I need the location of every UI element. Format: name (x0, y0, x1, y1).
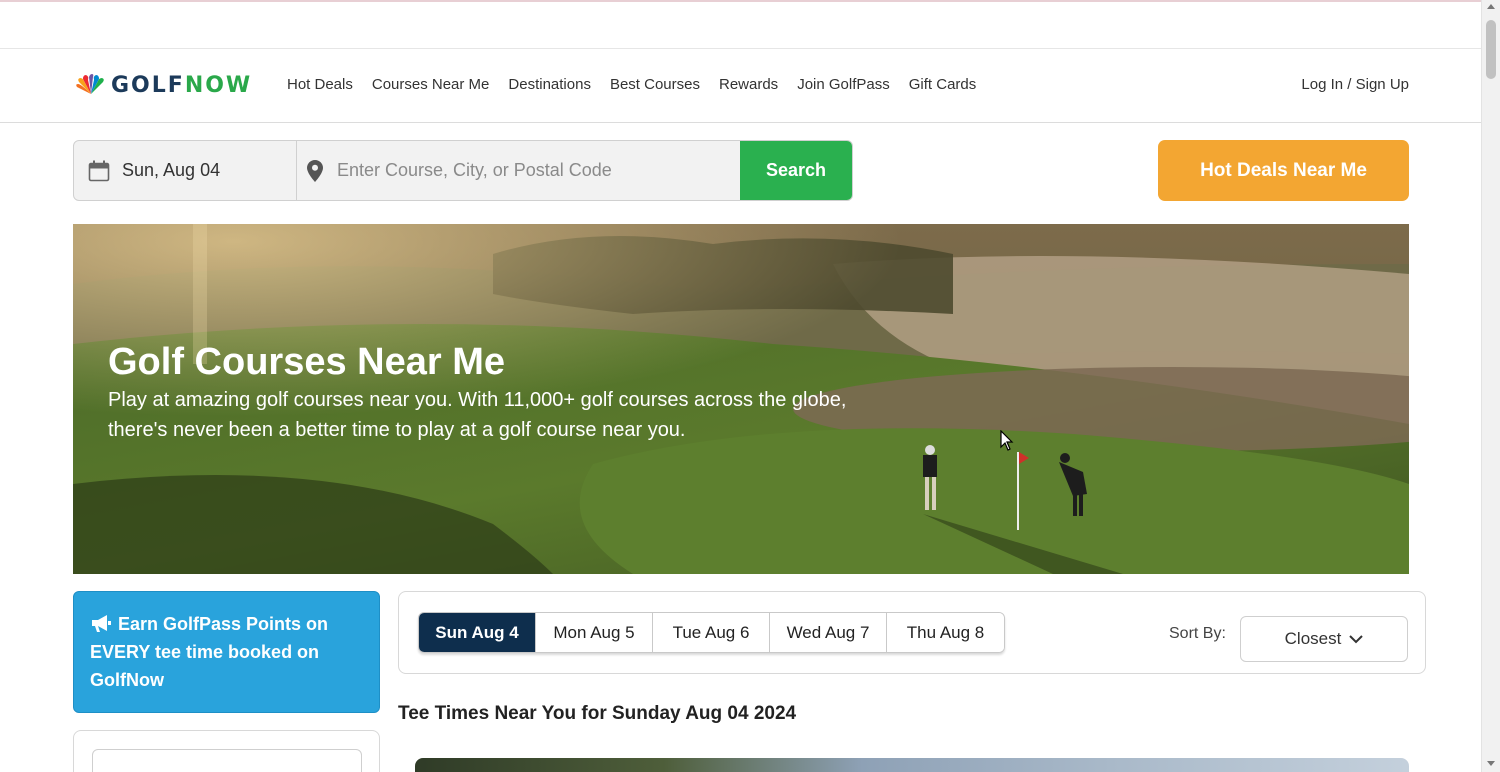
nav-rewards[interactable]: Rewards (719, 76, 778, 93)
location-field[interactable] (297, 141, 740, 200)
promo-text: Earn GolfPass Points on EVERY tee time b… (90, 614, 329, 690)
day-tab-mon-aug-5[interactable]: Mon Aug 5 (536, 613, 653, 652)
golfnow-logo[interactable]: GOLFNOW (75, 71, 252, 99)
nav-hot-deals[interactable]: Hot Deals (287, 76, 353, 93)
megaphone-icon (92, 615, 111, 632)
tee-times-heading: Tee Times Near You for Sunday Aug 04 202… (398, 703, 797, 724)
scroll-down-arrow-icon[interactable] (1487, 761, 1495, 766)
date-picker[interactable]: Sun, Aug 04 (74, 141, 297, 200)
day-tab-tue-aug-6[interactable]: Tue Aug 6 (653, 613, 770, 652)
nav-join-golfpass[interactable]: Join GolfPass (797, 76, 890, 93)
logo-text-now: NOW (184, 72, 253, 98)
nav-best-courses[interactable]: Best Courses (610, 76, 700, 93)
location-input[interactable] (337, 160, 717, 181)
browser-top-strip (0, 0, 1481, 49)
filter-input-box[interactable] (92, 749, 362, 772)
day-tab-sun-aug-4[interactable]: Sun Aug 4 (419, 613, 536, 652)
date-selector-bar: Sun Aug 4 Mon Aug 5 Tue Aug 6 Wed Aug 7 … (398, 591, 1426, 674)
login-signup-link[interactable]: Log In / Sign Up (1301, 76, 1409, 93)
chevron-down-icon (1349, 634, 1364, 643)
day-tab-thu-aug-8[interactable]: Thu Aug 8 (887, 613, 1004, 652)
hot-deals-near-me-button[interactable]: Hot Deals Near Me (1158, 140, 1409, 201)
hero-description: Play at amazing golf courses near you. W… (108, 389, 847, 441)
hero-banner: Golf Courses Near Me Play at amazing gol… (73, 224, 1409, 574)
peacock-logo-icon (76, 74, 104, 94)
filter-panel (73, 730, 380, 772)
calendar-icon (88, 160, 110, 181)
sort-by-dropdown[interactable]: Closest (1240, 616, 1408, 662)
hero-title: Golf Courses Near Me (108, 341, 505, 383)
scroll-thumb[interactable] (1486, 20, 1496, 79)
page-scrollbar[interactable] (1481, 0, 1500, 772)
day-tabs: Sun Aug 4 Mon Aug 5 Tue Aug 6 Wed Aug 7 … (418, 612, 1005, 653)
selected-date: Sun, Aug 04 (122, 160, 221, 180)
search-button[interactable]: Search (740, 141, 852, 200)
site-header: GOLFNOW Hot Deals Courses Near Me Destin… (0, 49, 1481, 123)
main-nav: Hot Deals Courses Near Me Destinations B… (287, 76, 995, 93)
scroll-up-arrow-icon[interactable] (1487, 4, 1495, 9)
map-pin-icon (307, 159, 323, 182)
nav-destinations[interactable]: Destinations (508, 76, 591, 93)
mouse-cursor-icon (1000, 430, 1014, 451)
nav-gift-cards[interactable]: Gift Cards (909, 76, 977, 93)
tee-time-search-bar: Sun, Aug 04 Search (73, 140, 853, 201)
sort-by-label: Sort By: (1169, 625, 1226, 642)
course-card-image[interactable] (415, 758, 1409, 772)
day-tab-wed-aug-7[interactable]: Wed Aug 7 (770, 613, 887, 652)
logo-text-golf: GOLF (111, 72, 185, 98)
golfpass-points-promo[interactable]: Earn GolfPass Points on EVERY tee time b… (73, 591, 380, 713)
nav-courses-near-me[interactable]: Courses Near Me (372, 76, 490, 93)
sort-selected-value: Closest (1284, 629, 1342, 648)
